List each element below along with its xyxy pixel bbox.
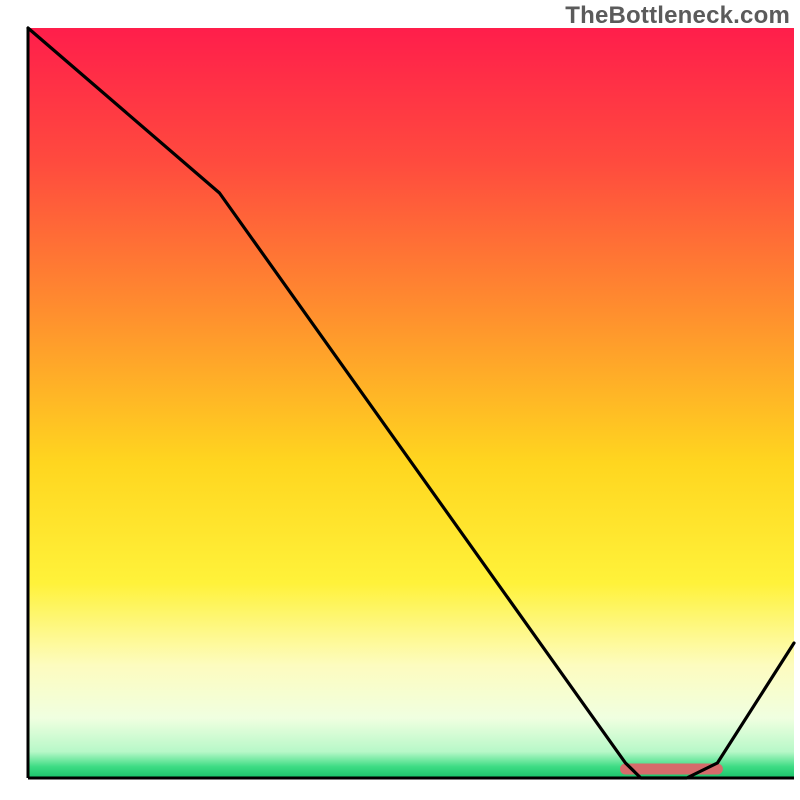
bottleneck-chart	[0, 0, 800, 800]
chart-container: { "watermark": "TheBottleneck.com", "cha…	[0, 0, 800, 800]
watermark-text: TheBottleneck.com	[565, 2, 790, 30]
plot-background	[28, 28, 794, 778]
